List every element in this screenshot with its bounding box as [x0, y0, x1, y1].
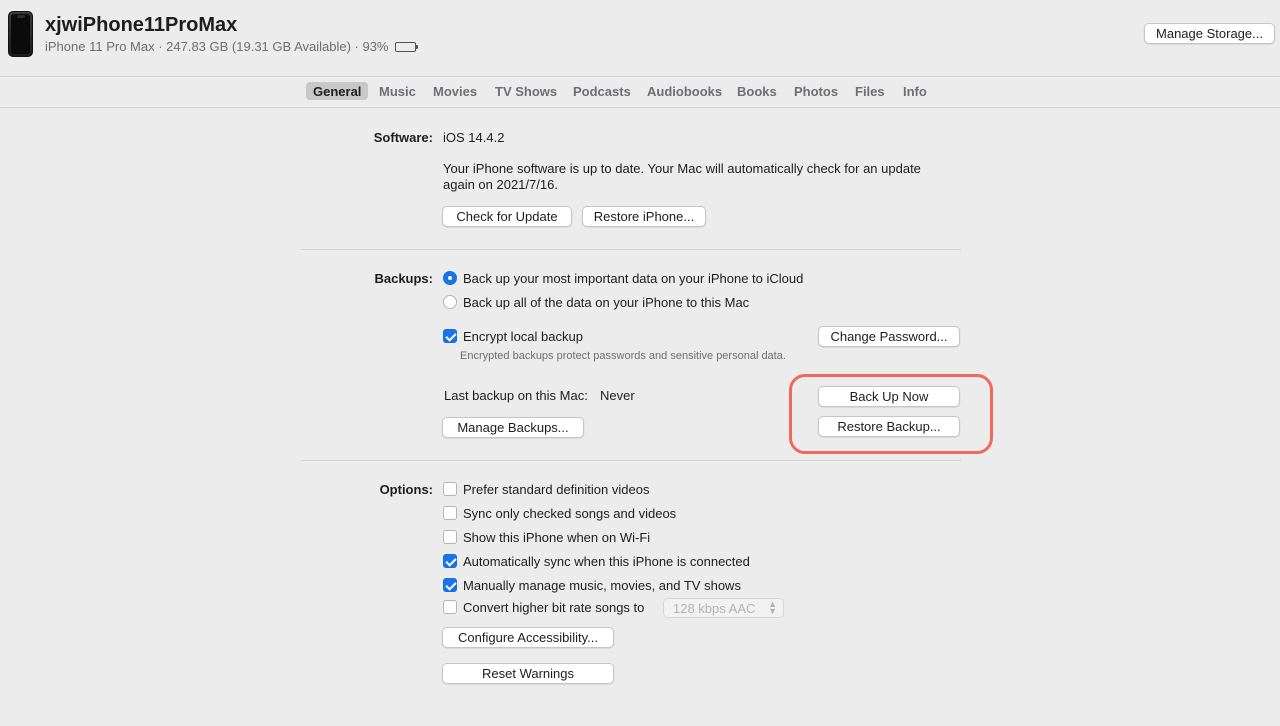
- check-for-update-button[interactable]: Check for Update: [442, 206, 572, 227]
- icloud-backup-label: Back up your most important data on your…: [463, 271, 804, 286]
- option-label-sd-videos: Prefer standard definition videos: [463, 482, 650, 497]
- manage-backups-button[interactable]: Manage Backups...: [442, 417, 584, 438]
- software-status-line1: Your iPhone software is up to date. Your…: [443, 161, 921, 176]
- tab-info[interactable]: Info: [896, 82, 934, 100]
- encrypt-backup-label: Encrypt local backup: [463, 329, 583, 344]
- tabs-divider: [0, 107, 1280, 108]
- section-divider: [301, 460, 961, 461]
- options-section-label: Options:: [379, 482, 433, 497]
- select-arrows-icon: ▲ ▼: [768, 599, 777, 616]
- tab-general[interactable]: General: [306, 82, 369, 100]
- tab-movies[interactable]: Movies: [426, 82, 484, 100]
- bitrate-select-value: 128 kbps AAC: [673, 600, 756, 616]
- reset-warnings-button[interactable]: Reset Warnings: [442, 663, 614, 684]
- battery-icon: [394, 41, 418, 52]
- software-status-line2: again on 2021/7/16.: [443, 177, 558, 192]
- option-checkbox-sd-videos[interactable]: [443, 482, 457, 496]
- tab-audiobooks[interactable]: Audiobooks: [640, 82, 729, 100]
- section-divider: [301, 249, 961, 250]
- header-divider: [0, 76, 1280, 77]
- option-checkbox-sync-checked[interactable]: [443, 506, 457, 520]
- option-checkbox-manual-manage[interactable]: [443, 578, 457, 592]
- option-checkbox-auto-sync[interactable]: [443, 554, 457, 568]
- restore-backup-button[interactable]: Restore Backup...: [818, 416, 960, 437]
- change-password-button[interactable]: Change Password...: [818, 326, 960, 347]
- option-label-manual-manage: Manually manage music, movies, and TV sh…: [463, 578, 741, 593]
- ios-version: iOS 14.4.2: [443, 130, 505, 145]
- tab-podcasts[interactable]: Podcasts: [566, 82, 638, 100]
- software-section-label: Software:: [373, 130, 433, 145]
- tab-music[interactable]: Music: [372, 82, 423, 100]
- last-backup-label: Last backup on this Mac:: [444, 388, 588, 403]
- tab-books[interactable]: Books: [730, 82, 784, 100]
- device-name: xjwiPhone11ProMax: [45, 14, 238, 36]
- bitrate-select[interactable]: 128 kbps AAC ▲ ▼: [663, 598, 784, 618]
- tab-files[interactable]: Files: [848, 82, 892, 100]
- backups-section-label: Backups:: [374, 271, 433, 286]
- option-label-sync-checked: Sync only checked songs and videos: [463, 506, 677, 521]
- device-subtitle: iPhone 11 Pro Max · 247.83 GB (19.31 GB …: [45, 39, 418, 54]
- back-up-now-button[interactable]: Back Up Now: [818, 386, 960, 407]
- icloud-backup-radio[interactable]: [443, 271, 457, 285]
- option-checkbox-convert-bitrate[interactable]: [443, 600, 457, 614]
- mac-backup-radio[interactable]: [443, 295, 457, 309]
- manage-storage-button[interactable]: Manage Storage...: [1144, 23, 1275, 44]
- encrypt-note: Encrypted backups protect passwords and …: [460, 350, 786, 362]
- encrypt-backup-checkbox[interactable]: [443, 329, 457, 343]
- iphone-device-icon: [8, 11, 33, 57]
- restore-iphone-button[interactable]: Restore iPhone...: [582, 206, 706, 227]
- device-info-text: iPhone 11 Pro Max · 247.83 GB (19.31 GB …: [45, 39, 389, 54]
- tab-tv-shows[interactable]: TV Shows: [488, 82, 564, 100]
- configure-accessibility-button[interactable]: Configure Accessibility...: [442, 627, 614, 648]
- option-label-auto-sync: Automatically sync when this iPhone is c…: [463, 554, 750, 569]
- mac-backup-label: Back up all of the data on your iPhone t…: [463, 295, 750, 310]
- last-backup-value: Never: [600, 388, 635, 403]
- option-checkbox-wifi[interactable]: [443, 530, 457, 544]
- option-label-wifi: Show this iPhone when on Wi-Fi: [463, 530, 651, 545]
- tab-photos[interactable]: Photos: [787, 82, 845, 100]
- option-label-convert-bitrate: Convert higher bit rate songs to: [463, 600, 645, 615]
